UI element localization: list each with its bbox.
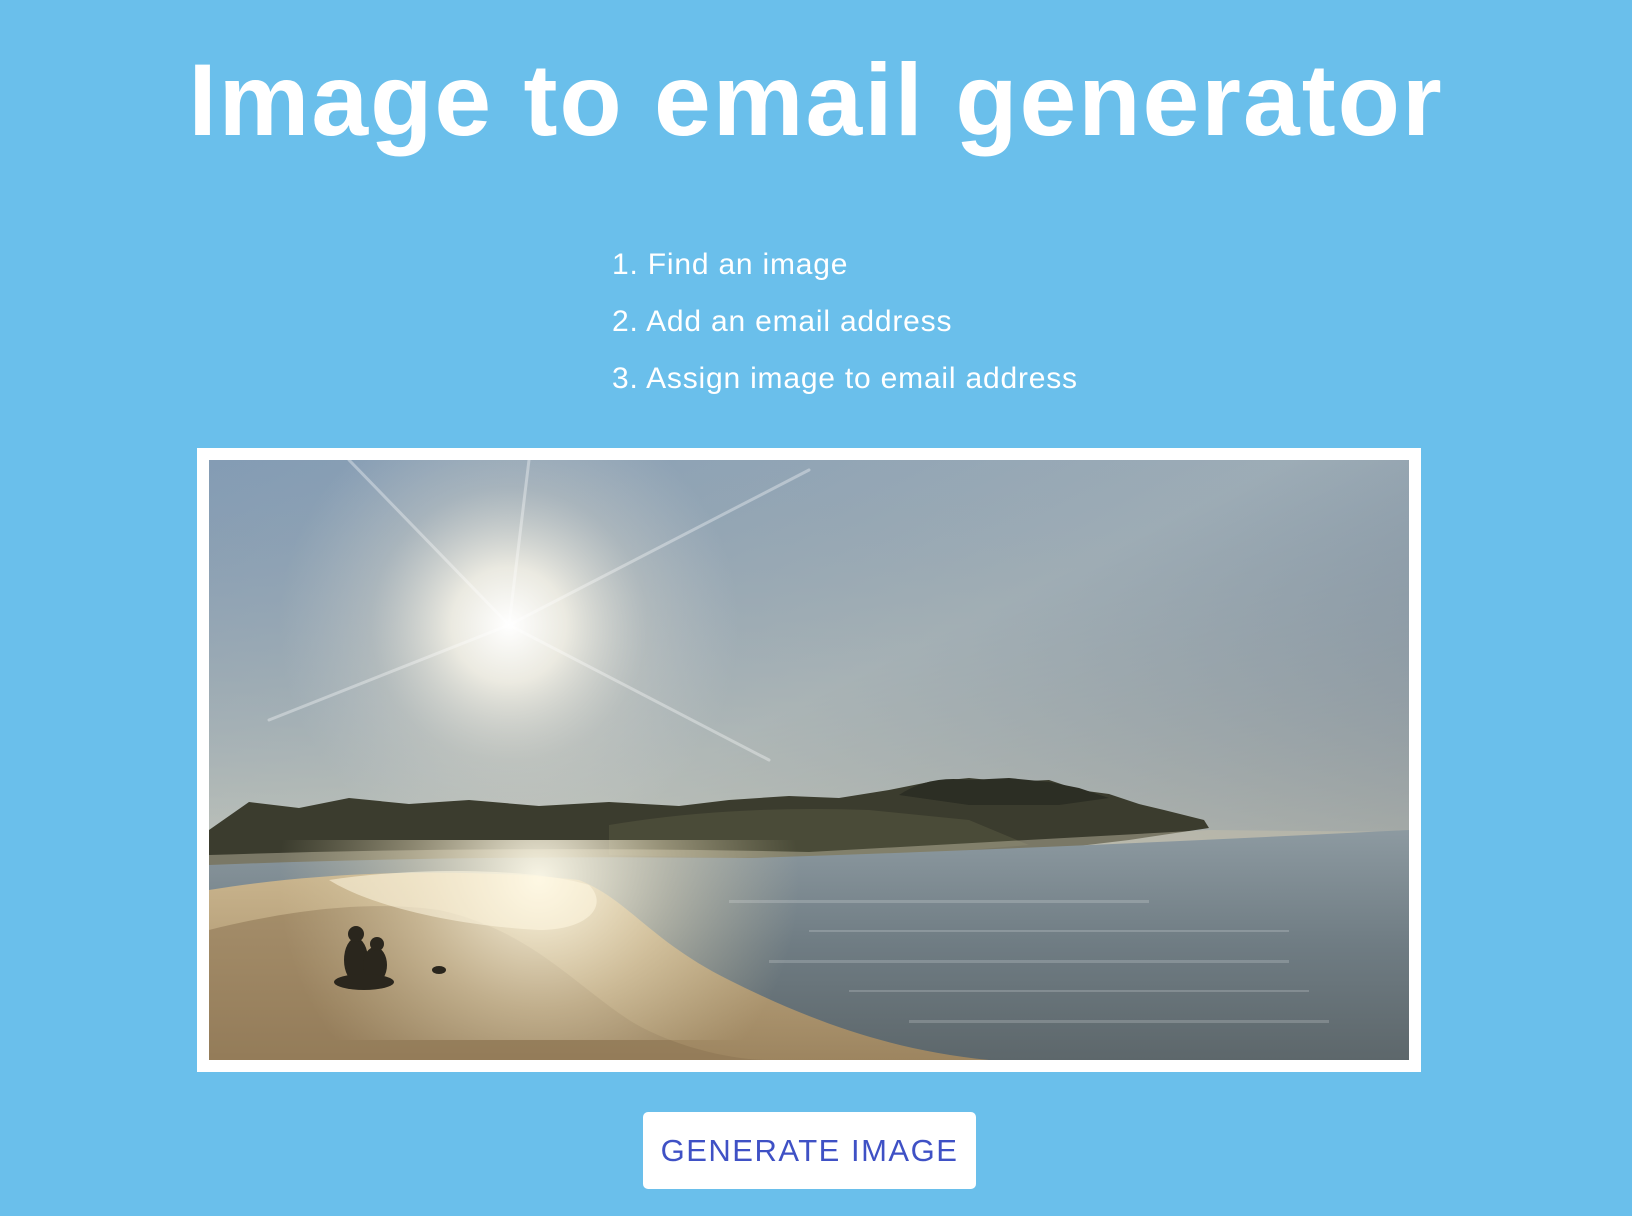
- image-frame: [197, 448, 1421, 1072]
- steps-list: 1. Find an image 2. Add an email address…: [612, 236, 1078, 407]
- page-title: Image to email generator: [188, 43, 1444, 157]
- generate-image-button[interactable]: GENERATE IMAGE: [643, 1112, 976, 1189]
- beach-photo: [209, 460, 1409, 1060]
- step-item: 1. Find an image: [612, 248, 849, 281]
- step-item: 2. Add an email address: [612, 305, 953, 338]
- step-item: 3. Assign image to email address: [612, 362, 1078, 395]
